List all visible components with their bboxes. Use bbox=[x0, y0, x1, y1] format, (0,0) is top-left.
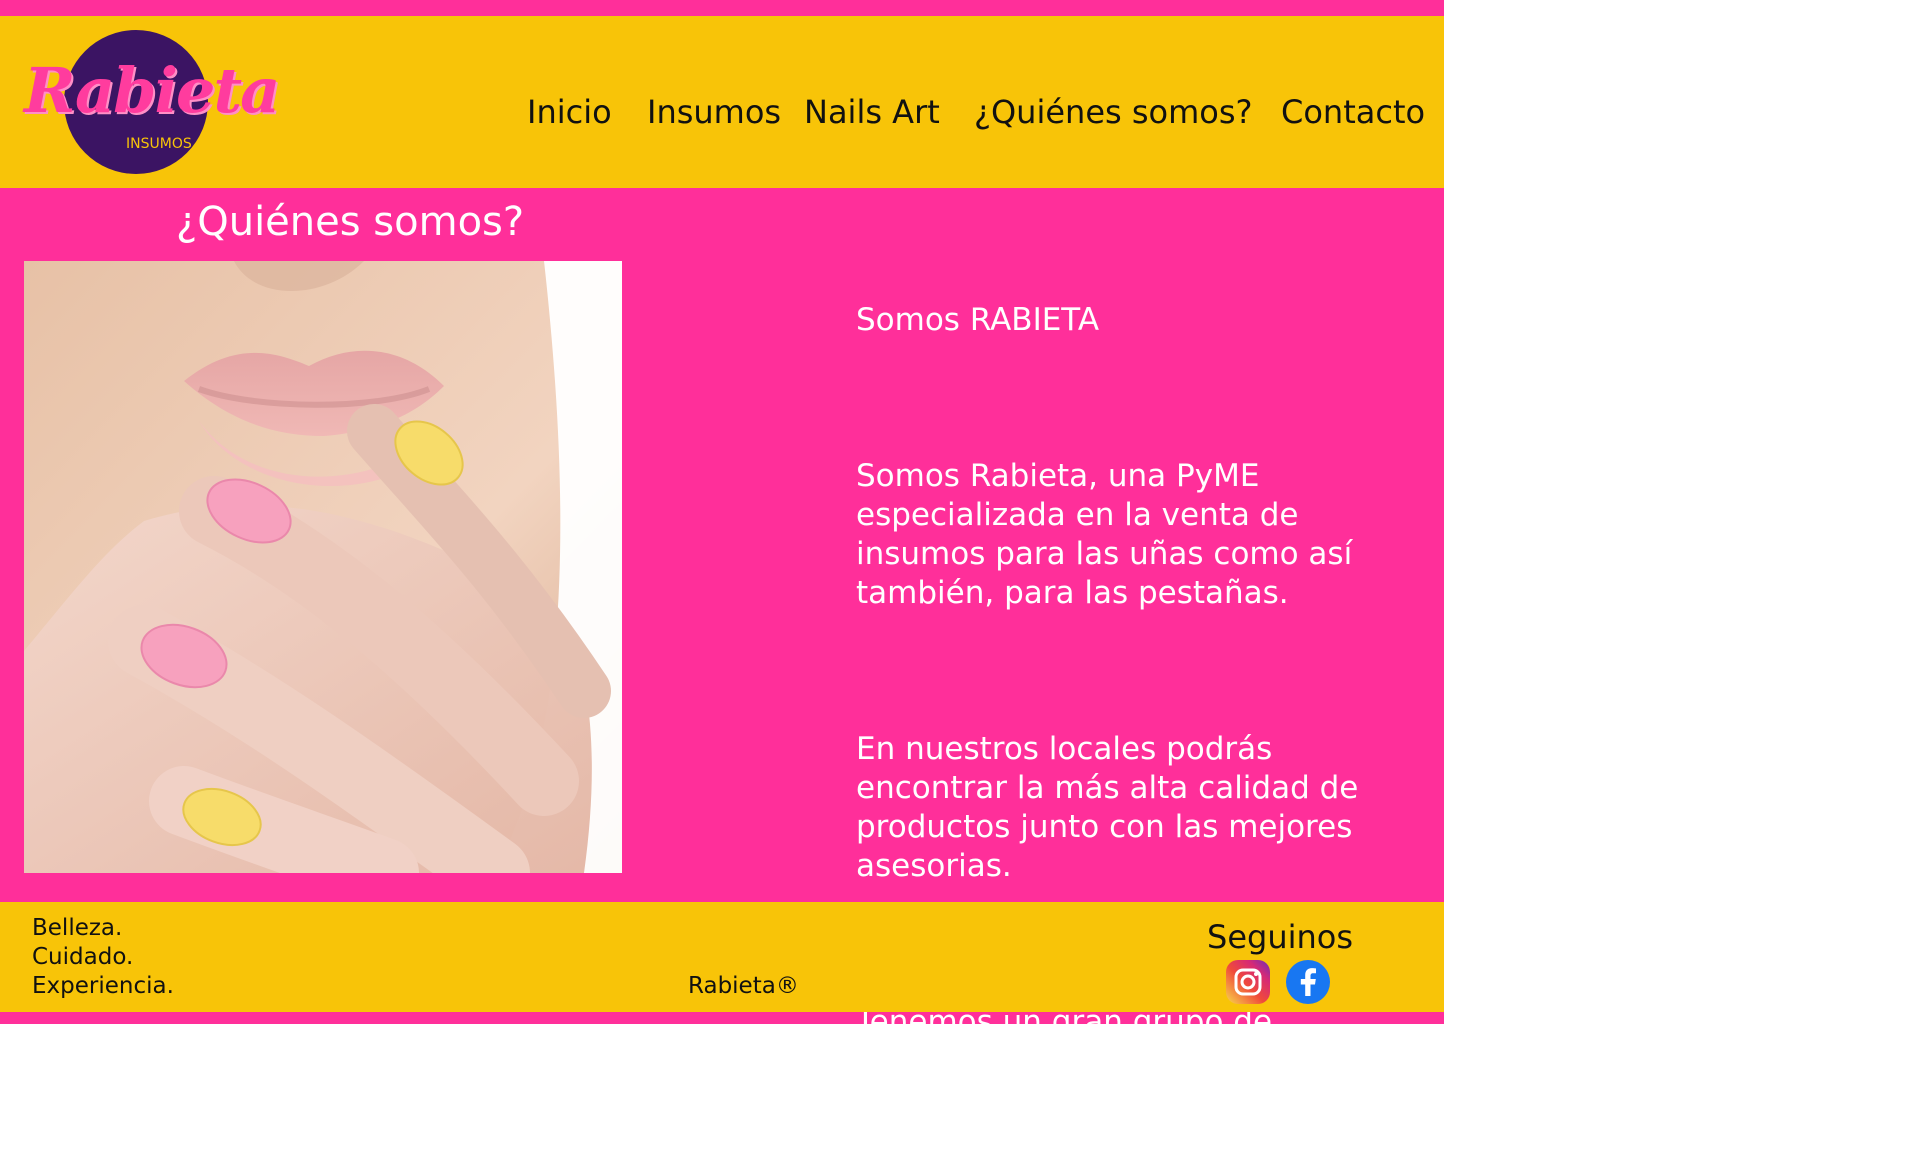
nav-item-quienes-somos[interactable]: ¿Quiénes somos? bbox=[974, 92, 1253, 132]
nav-item-insumos[interactable]: Insumos bbox=[647, 92, 781, 132]
about-text: Somos RABIETA Somos Rabieta, una PyME es… bbox=[856, 262, 1416, 1159]
nav-item-nails-art[interactable]: Nails Art bbox=[804, 92, 940, 132]
tagline-line-belleza: Belleza. bbox=[32, 915, 123, 941]
footer-brand: Rabieta® bbox=[688, 973, 799, 999]
footer-tagline: Belleza. Cuidado. Experiencia. bbox=[32, 914, 174, 1001]
hero-photo-illustration bbox=[24, 261, 622, 873]
about-paragraph-3: Tenemos un gran grupo de expertos prepar… bbox=[856, 1004, 1342, 1118]
nav-item-contacto[interactable]: Contacto bbox=[1281, 92, 1425, 132]
tagline-line-experiencia: Experiencia. bbox=[32, 973, 174, 999]
header: Rabieta INSUMOS Inicio Insumos Nails Art… bbox=[0, 16, 1444, 188]
about-paragraph-2: En nuestros locales podrás encontrar la … bbox=[856, 731, 1359, 884]
instagram-icon[interactable] bbox=[1224, 958, 1272, 1006]
main-nav: Inicio Insumos Nails Art ¿Quiénes somos?… bbox=[0, 16, 1444, 188]
follow-label: Seguinos bbox=[1207, 918, 1354, 956]
facebook-icon[interactable] bbox=[1284, 958, 1332, 1006]
footer: Belleza. Cuidado. Experiencia. Rabieta® … bbox=[0, 902, 1444, 1012]
about-heading: Somos RABIETA bbox=[856, 302, 1100, 338]
page-title: ¿Quiénes somos? bbox=[176, 199, 525, 245]
facebook-icon-svg bbox=[1286, 960, 1330, 1004]
site: Rabieta INSUMOS Inicio Insumos Nails Art… bbox=[0, 0, 1444, 1118]
about-paragraph-1: Somos Rabieta, una PyME especializada en… bbox=[856, 458, 1353, 611]
hero-photo bbox=[24, 261, 622, 873]
instagram-icon-svg bbox=[1226, 960, 1270, 1004]
nav-item-inicio[interactable]: Inicio bbox=[527, 92, 612, 132]
tagline-line-cuidado: Cuidado. bbox=[32, 944, 134, 970]
